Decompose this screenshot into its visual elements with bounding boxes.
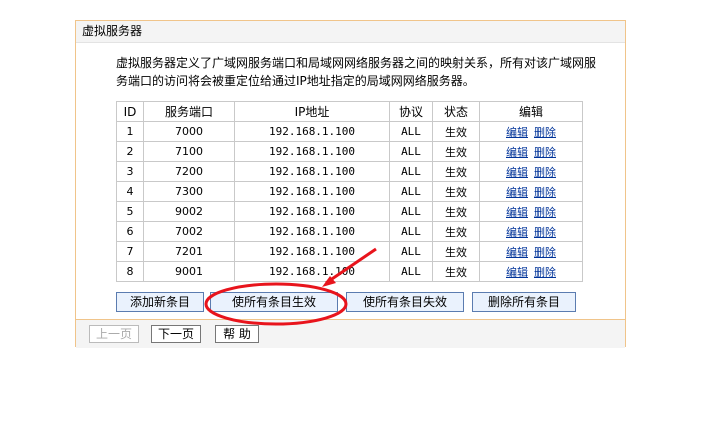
delete-all-button[interactable]: 删除所有条目 xyxy=(472,292,576,312)
cell-ip: 192.168.1.100 xyxy=(234,121,390,142)
cell-edit-actions: 编辑 删除 xyxy=(479,141,583,162)
header-edit: 编辑 xyxy=(479,101,583,122)
disable-all-button[interactable]: 使所有条目失效 xyxy=(346,292,464,312)
cell-port: 7100 xyxy=(143,141,235,162)
edit-link[interactable]: 编辑 xyxy=(506,206,528,219)
cell-ip: 192.168.1.100 xyxy=(234,161,390,182)
delete-link[interactable]: 删除 xyxy=(534,206,556,219)
cell-protocol: ALL xyxy=(389,161,433,182)
delete-link[interactable]: 删除 xyxy=(534,266,556,279)
enable-all-button[interactable]: 使所有条目生效 xyxy=(210,292,338,312)
cell-status: 生效 xyxy=(432,221,480,242)
cell-protocol: ALL xyxy=(389,221,433,242)
edit-link[interactable]: 编辑 xyxy=(506,186,528,199)
cell-protocol: ALL xyxy=(389,261,433,282)
table-header-row: ID 服务端口 IP地址 协议 状态 编辑 xyxy=(116,101,583,122)
cell-id: 6 xyxy=(116,221,144,242)
add-entry-button[interactable]: 添加新条目 xyxy=(116,292,204,312)
next-page-button[interactable]: 下一页 xyxy=(151,325,201,343)
cell-protocol: ALL xyxy=(389,241,433,262)
cell-edit-actions: 编辑 删除 xyxy=(479,261,583,282)
table-row: 3 7200 192.168.1.100 ALL 生效 编辑 删除 xyxy=(116,161,583,182)
action-button-row: 添加新条目 使所有条目生效 使所有条目失效 删除所有条目 xyxy=(116,292,586,314)
delete-link[interactable]: 删除 xyxy=(534,226,556,239)
table-row: 2 7100 192.168.1.100 ALL 生效 编辑 删除 xyxy=(116,141,583,162)
cell-ip: 192.168.1.100 xyxy=(234,181,390,202)
cell-status: 生效 xyxy=(432,161,480,182)
delete-link[interactable]: 删除 xyxy=(534,246,556,259)
cell-port: 7201 xyxy=(143,241,235,262)
description-text: 虚拟服务器定义了广域网服务端口和局域网网络服务器之间的映射关系，所有对该广域网服… xyxy=(116,56,597,88)
cell-id: 7 xyxy=(116,241,144,262)
cell-ip: 192.168.1.100 xyxy=(234,201,390,222)
cell-id: 3 xyxy=(116,161,144,182)
header-ip: IP地址 xyxy=(234,101,390,122)
cell-protocol: ALL xyxy=(389,121,433,142)
table-row: 5 9002 192.168.1.100 ALL 生效 编辑 删除 xyxy=(116,201,583,222)
cell-status: 生效 xyxy=(432,201,480,222)
cell-status: 生效 xyxy=(432,181,480,202)
delete-link[interactable]: 删除 xyxy=(534,146,556,159)
edit-link[interactable]: 编辑 xyxy=(506,246,528,259)
delete-link[interactable]: 删除 xyxy=(534,126,556,139)
cell-edit-actions: 编辑 删除 xyxy=(479,161,583,182)
table-row: 7 7201 192.168.1.100 ALL 生效 编辑 删除 xyxy=(116,241,583,262)
cell-id: 1 xyxy=(116,121,144,142)
edit-link[interactable]: 编辑 xyxy=(506,166,528,179)
panel-title: 虚拟服务器 xyxy=(76,21,625,43)
cell-status: 生效 xyxy=(432,241,480,262)
cell-port: 7200 xyxy=(143,161,235,182)
edit-link[interactable]: 编辑 xyxy=(506,126,528,139)
cell-port: 7300 xyxy=(143,181,235,202)
header-id: ID xyxy=(116,101,144,122)
header-port: 服务端口 xyxy=(143,101,235,122)
cell-id: 4 xyxy=(116,181,144,202)
table-row: 8 9001 192.168.1.100 ALL 生效 编辑 删除 xyxy=(116,261,583,282)
cell-ip: 192.168.1.100 xyxy=(234,141,390,162)
cell-id: 8 xyxy=(116,261,144,282)
delete-link[interactable]: 删除 xyxy=(534,186,556,199)
cell-port: 7000 xyxy=(143,121,235,142)
edit-link[interactable]: 编辑 xyxy=(506,146,528,159)
cell-protocol: ALL xyxy=(389,181,433,202)
cell-status: 生效 xyxy=(432,261,480,282)
prev-page-button[interactable]: 上一页 xyxy=(89,325,139,343)
cell-protocol: ALL xyxy=(389,141,433,162)
edit-link[interactable]: 编辑 xyxy=(506,266,528,279)
cell-edit-actions: 编辑 删除 xyxy=(479,221,583,242)
cell-id: 2 xyxy=(116,141,144,162)
table-row: 4 7300 192.168.1.100 ALL 生效 编辑 删除 xyxy=(116,181,583,202)
cell-id: 5 xyxy=(116,201,144,222)
header-protocol: 协议 xyxy=(389,101,433,122)
cell-port: 7002 xyxy=(143,221,235,242)
cell-status: 生效 xyxy=(432,141,480,162)
cell-edit-actions: 编辑 删除 xyxy=(479,121,583,142)
table-row: 1 7000 192.168.1.100 ALL 生效 编辑 删除 xyxy=(116,121,583,142)
virtual-server-table: ID 服务端口 IP地址 协议 状态 编辑 1 7000 192.168.1.100… xyxy=(116,101,583,282)
table-row: 6 7002 192.168.1.100 ALL 生效 编辑 删除 xyxy=(116,221,583,242)
cell-edit-actions: 编辑 删除 xyxy=(479,201,583,222)
cell-ip: 192.168.1.100 xyxy=(234,241,390,262)
header-status: 状态 xyxy=(432,101,480,122)
page-nav-bar: 上一页 下一页 帮 助 xyxy=(76,319,625,348)
help-button[interactable]: 帮 助 xyxy=(215,325,259,343)
virtual-server-panel: 虚拟服务器 虚拟服务器定义了广域网服务端口和局域网网络服务器之间的映射关系，所有… xyxy=(75,20,626,348)
edit-link[interactable]: 编辑 xyxy=(506,226,528,239)
cell-ip: 192.168.1.100 xyxy=(234,221,390,242)
cell-port: 9002 xyxy=(143,201,235,222)
cell-status: 生效 xyxy=(432,121,480,142)
cell-edit-actions: 编辑 删除 xyxy=(479,181,583,202)
cell-protocol: ALL xyxy=(389,201,433,222)
delete-link[interactable]: 删除 xyxy=(534,166,556,179)
cell-ip: 192.168.1.100 xyxy=(234,261,390,282)
cell-port: 9001 xyxy=(143,261,235,282)
cell-edit-actions: 编辑 删除 xyxy=(479,241,583,262)
